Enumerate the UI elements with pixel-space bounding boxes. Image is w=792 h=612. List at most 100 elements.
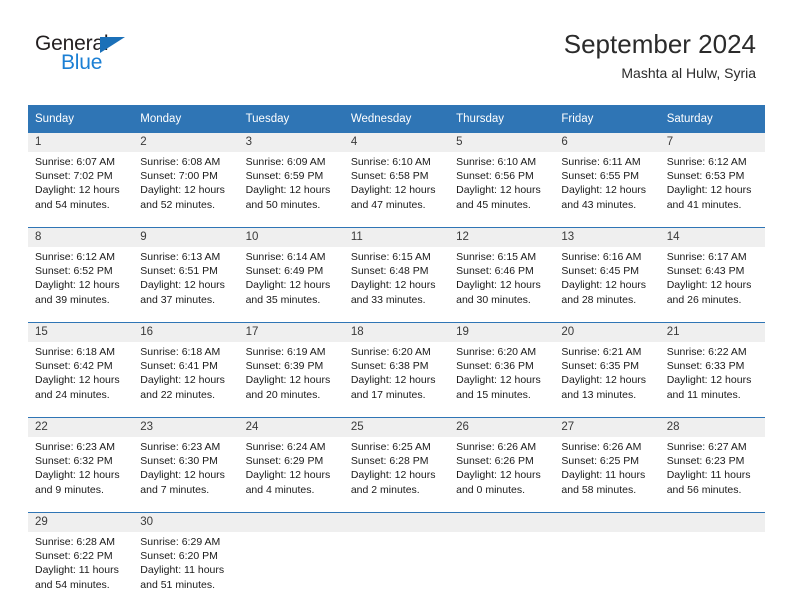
sunset-text: Sunset: 6:30 PM: [140, 455, 218, 468]
weekday-header-saturday: Saturday: [659, 105, 765, 133]
daylight-text-line2: and 15 minutes.: [456, 388, 531, 401]
sunrise-text: Sunrise: 6:17 AM: [666, 251, 747, 263]
day-number[interactable]: 19: [449, 322, 555, 342]
daylight-text-line1: Daylight: 12 hours: [456, 374, 541, 387]
day-cell: Sunrise: 6:19 AM Sunset: 6:39 PM Dayligh…: [238, 342, 344, 418]
day-number[interactable]: 12: [449, 227, 555, 247]
day-number[interactable]: 29: [28, 512, 134, 532]
sunrise-text: Sunrise: 6:25 AM: [350, 441, 431, 453]
daylight-text-line1: Daylight: 12 hours: [140, 184, 225, 197]
day-cell: Sunrise: 6:13 AM Sunset: 6:51 PM Dayligh…: [133, 247, 239, 323]
daylight-text-line2: and 58 minutes.: [561, 483, 637, 496]
daylight-text-line1: Daylight: 11 hours: [35, 564, 119, 577]
day-number[interactable]: 5: [449, 133, 555, 152]
sunrise-text: Sunrise: 6:15 AM: [350, 251, 431, 263]
location-subtitle: Mashta al Hulw, Syria: [621, 65, 756, 81]
sunset-text: Sunset: 6:20 PM: [140, 550, 218, 563]
sunrise-text: Sunrise: 6:20 AM: [456, 346, 537, 358]
sunset-text: Sunset: 6:29 PM: [245, 455, 324, 468]
sunrise-text: Sunrise: 6:21 AM: [561, 346, 642, 358]
daylight-text-line1: Daylight: 12 hours: [35, 184, 120, 197]
day-number[interactable]: 4: [343, 133, 450, 152]
day-number[interactable]: 20: [554, 322, 660, 342]
sunrise-text: Sunrise: 6:10 AM: [350, 156, 431, 168]
day-number[interactable]: 11: [343, 227, 450, 247]
daylight-text-line2: and 47 minutes.: [350, 198, 426, 211]
day-number[interactable]: 23: [133, 417, 239, 437]
day-cell: Sunrise: 6:24 AM Sunset: 6:29 PM Dayligh…: [238, 437, 344, 513]
day-number[interactable]: 15: [28, 322, 134, 342]
sunset-text: Sunset: 6:46 PM: [456, 265, 534, 278]
daylight-text-line2: and 35 minutes.: [245, 293, 321, 306]
daylight-text-line1: Daylight: 11 hours: [561, 469, 646, 482]
day-cell: Sunrise: 6:18 AM Sunset: 6:42 PM Dayligh…: [28, 342, 134, 418]
day-number[interactable]: 16: [133, 322, 239, 342]
daylight-text-line2: and 26 minutes.: [666, 293, 742, 306]
weekday-header-tuesday: Tuesday: [238, 105, 344, 133]
page-header: General Blue September 2024 Mashta al Hu…: [0, 0, 792, 81]
sunrise-text: Sunrise: 6:29 AM: [140, 536, 221, 548]
day-number[interactable]: 13: [554, 227, 660, 247]
day-number[interactable]: 9: [133, 227, 239, 247]
weekday-header-thursday: Thursday: [449, 105, 555, 133]
day-number[interactable]: 30: [133, 512, 239, 532]
sunset-text: Sunset: 6:38 PM: [350, 360, 429, 373]
daylight-text-line1: Daylight: 12 hours: [245, 184, 331, 197]
day-number[interactable]: 2: [133, 133, 239, 152]
sunrise-text: Sunrise: 6:13 AM: [140, 251, 221, 263]
sunrise-text: Sunrise: 6:27 AM: [666, 441, 747, 453]
day-number[interactable]: 8: [28, 227, 134, 247]
daylight-text-line1: Daylight: 12 hours: [456, 184, 541, 197]
sunrise-text: Sunrise: 6:07 AM: [35, 156, 115, 168]
day-number[interactable]: 24: [238, 417, 344, 437]
day-cell: Sunrise: 6:10 AM Sunset: 6:58 PM Dayligh…: [343, 152, 450, 228]
daylight-text-line1: Daylight: 11 hours: [140, 564, 225, 577]
sunrise-text: Sunrise: 6:22 AM: [666, 346, 747, 358]
day-number[interactable]: 28: [659, 417, 765, 437]
day-number[interactable]: 1: [28, 133, 134, 152]
daylight-text-line2: and 2 minutes.: [350, 483, 420, 496]
day-number-empty: [659, 512, 765, 532]
day-number[interactable]: 27: [554, 417, 660, 437]
daylight-text-line2: and 51 minutes.: [140, 578, 215, 591]
sunset-text: Sunset: 7:02 PM: [35, 170, 113, 183]
weekday-header-sunday: Sunday: [28, 105, 134, 133]
day-number[interactable]: 17: [238, 322, 344, 342]
daylight-text-line1: Daylight: 12 hours: [140, 279, 225, 292]
daylight-text-line2: and 11 minutes.: [666, 388, 741, 401]
day-number[interactable]: 18: [343, 322, 450, 342]
sunrise-text: Sunrise: 6:23 AM: [140, 441, 221, 453]
day-number[interactable]: 6: [554, 133, 660, 152]
daylight-text-line1: Daylight: 12 hours: [245, 469, 331, 482]
daylight-text-line1: Daylight: 12 hours: [350, 469, 436, 482]
day-cell-empty: [449, 532, 555, 607]
day-number[interactable]: 3: [238, 133, 344, 152]
sunset-text: Sunset: 6:33 PM: [666, 360, 745, 373]
day-number[interactable]: 21: [659, 322, 765, 342]
day-number[interactable]: 10: [238, 227, 344, 247]
logo-text-blue: Blue: [61, 51, 103, 74]
day-cell: Sunrise: 6:26 AM Sunset: 6:26 PM Dayligh…: [449, 437, 555, 513]
day-number[interactable]: 22: [28, 417, 134, 437]
logo-triangle-icon: [100, 37, 125, 53]
day-cell: Sunrise: 6:21 AM Sunset: 6:35 PM Dayligh…: [554, 342, 660, 418]
daylight-text-line1: Daylight: 12 hours: [666, 279, 752, 292]
sunset-text: Sunset: 6:25 PM: [561, 455, 640, 468]
daylight-text-line2: and 54 minutes.: [35, 198, 110, 211]
day-cell-empty: [554, 532, 660, 607]
sunrise-text: Sunrise: 6:08 AM: [140, 156, 221, 168]
day-number[interactable]: 7: [659, 133, 765, 152]
sunrise-text: Sunrise: 6:26 AM: [456, 441, 537, 453]
day-number[interactable]: 25: [343, 417, 450, 437]
day-cell-empty: [343, 532, 450, 607]
sunrise-text: Sunrise: 6:18 AM: [140, 346, 221, 358]
day-number[interactable]: 26: [449, 417, 555, 437]
sunset-text: Sunset: 7:00 PM: [140, 170, 218, 183]
sunset-text: Sunset: 6:28 PM: [350, 455, 429, 468]
day-number[interactable]: 14: [659, 227, 765, 247]
week-daynumbers-row: 22 23 24 25 26 27 28: [28, 417, 765, 437]
daylight-text-line1: Daylight: 12 hours: [140, 469, 225, 482]
sunrise-text: Sunrise: 6:11 AM: [561, 156, 641, 168]
day-cell: Sunrise: 6:08 AM Sunset: 7:00 PM Dayligh…: [133, 152, 239, 228]
daylight-text-line2: and 28 minutes.: [561, 293, 637, 306]
